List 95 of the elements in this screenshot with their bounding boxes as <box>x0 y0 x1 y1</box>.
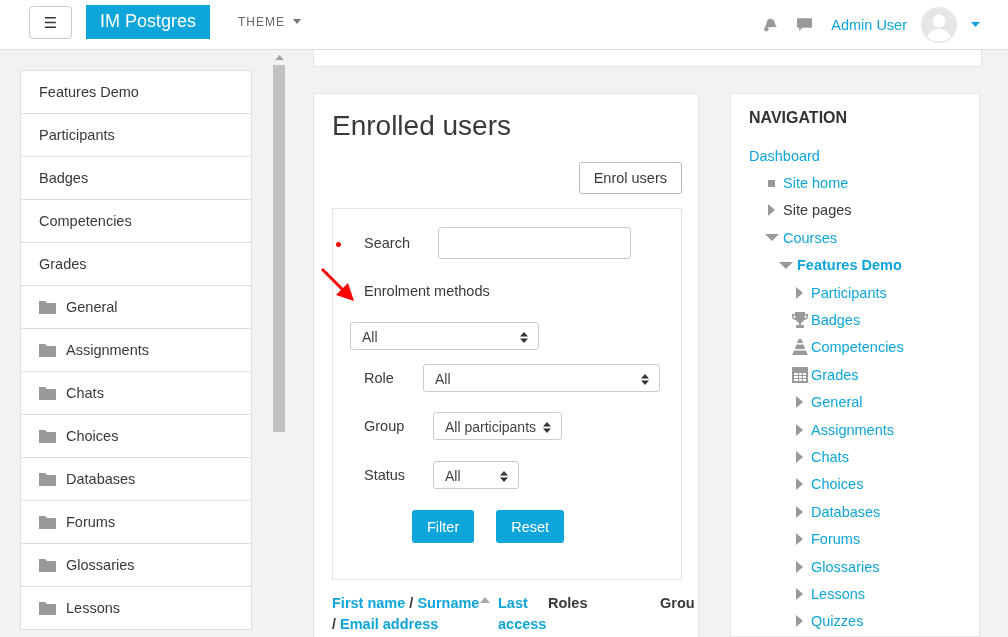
expand-arrow-icon[interactable] <box>796 587 803 600</box>
column-header-link[interactable]: Email address <box>340 614 439 635</box>
menu-item[interactable]: Assignments <box>21 329 251 372</box>
column-header-link[interactable]: Last access <box>498 593 546 635</box>
user-menu[interactable]: Admin User <box>831 16 907 33</box>
menu-item[interactable]: Grades <box>21 243 251 286</box>
message-icon[interactable] <box>796 16 814 33</box>
group-dropdown[interactable]: All participants <box>433 412 562 440</box>
expand-arrow-icon[interactable] <box>796 533 803 546</box>
reset-button[interactable]: Reset <box>496 510 565 543</box>
menu-item[interactable]: Forums <box>21 501 251 544</box>
navigation-link[interactable]: Dashboard <box>749 147 820 164</box>
notification-bell-icon[interactable] <box>761 16 779 33</box>
expand-arrow-icon[interactable] <box>796 478 803 491</box>
expand-arrow-icon[interactable] <box>764 234 779 242</box>
folder-icon <box>39 343 56 357</box>
table-icon <box>791 366 808 383</box>
navigation-link[interactable]: Glossaries <box>811 558 880 575</box>
site-brand[interactable]: IM Postgres <box>86 4 211 39</box>
menu-item[interactable]: Competencies <box>21 200 251 243</box>
folder-icon <box>39 300 56 314</box>
column-header-link[interactable]: First name <box>332 593 406 614</box>
navigation-link[interactable]: Lessons <box>811 585 865 602</box>
navigation-link[interactable]: Site home <box>783 175 849 192</box>
sort-arrow-icon <box>480 597 491 603</box>
folder-icon <box>39 558 56 572</box>
menu-item[interactable]: General <box>21 286 251 329</box>
navigation-link[interactable]: Courses <box>783 229 837 246</box>
menu-item[interactable]: Lessons <box>21 587 251 629</box>
up-down-icon <box>520 331 528 343</box>
up-down-icon <box>641 373 649 385</box>
filter-button[interactable]: Filter <box>412 510 475 543</box>
expand-arrow-icon[interactable] <box>796 396 803 409</box>
folder-icon <box>39 472 56 486</box>
block-title: NAVIGATION <box>749 109 849 127</box>
column-header: Grou <box>660 594 695 613</box>
navigation-link[interactable]: Participants <box>811 284 887 301</box>
column-separator: / <box>409 594 414 613</box>
role-label: Role <box>364 370 395 386</box>
pyramid-icon <box>791 339 808 356</box>
folder-icon <box>39 601 56 615</box>
page-title: Enrolled users <box>332 110 512 142</box>
role-dropdown[interactable]: All <box>423 364 660 392</box>
annotation-dot-icon <box>336 242 341 247</box>
navigation-link[interactable]: Databases <box>811 503 881 520</box>
up-down-icon <box>500 470 508 482</box>
folder-icon <box>39 515 56 529</box>
menu-item[interactable]: Glossaries <box>21 544 251 587</box>
column-header-link[interactable]: Surname <box>417 593 492 614</box>
menu-item[interactable]: Features Demo <box>21 71 251 114</box>
status-dropdown[interactable]: All <box>433 461 519 489</box>
navigation-link[interactable]: Assignments <box>811 421 894 438</box>
navigation-link[interactable]: Choices <box>811 476 864 493</box>
caret-icon[interactable] <box>971 22 980 27</box>
trophy-icon <box>791 312 808 329</box>
expand-arrow-icon[interactable] <box>796 423 803 436</box>
navigation-link[interactable]: Features Demo <box>797 257 902 274</box>
search-label: Search <box>364 235 411 251</box>
enrol-users-button[interactable]: Enrol users <box>578 162 682 194</box>
theme-menu[interactable]: THEME <box>238 14 302 29</box>
search-field[interactable] <box>438 227 631 259</box>
annotation-arrow-icon <box>320 267 355 302</box>
expand-arrow-icon[interactable] <box>796 560 803 573</box>
navigation-link[interactable]: Forums <box>811 531 861 548</box>
expand-arrow-icon[interactable] <box>796 451 803 463</box>
navigation-link[interactable]: Quizzes <box>811 613 864 630</box>
group-label: Group <box>364 418 406 434</box>
caret-icon[interactable] <box>293 19 302 24</box>
menu-button[interactable]: ☰ <box>29 6 72 39</box>
navigation-link[interactable]: Grades <box>811 366 859 383</box>
column-header: Roles <box>548 594 589 613</box>
expand-arrow-icon[interactable] <box>796 505 803 518</box>
navigation-link[interactable]: General <box>811 394 863 411</box>
menu-item[interactable]: Choices <box>21 415 251 458</box>
navigation-link[interactable]: Competencies <box>811 339 904 356</box>
enrolment-methods-dropdown[interactable]: All <box>350 322 539 350</box>
up-down-icon <box>543 421 551 433</box>
menu-item[interactable]: Badges <box>21 157 251 200</box>
enrolment-methods-label: Enrolment methods <box>364 283 490 299</box>
column-separator: / <box>332 615 337 634</box>
expand-arrow-icon[interactable] <box>796 615 803 628</box>
navigation-link[interactable]: Chats <box>811 449 849 465</box>
navigation-link[interactable]: Badges <box>811 312 861 329</box>
expand-arrow-icon[interactable] <box>778 261 793 269</box>
menu-item[interactable]: Databases <box>21 458 251 501</box>
expand-arrow-icon[interactable] <box>796 286 803 299</box>
menu-item[interactable]: Chats <box>21 372 251 415</box>
folder-icon <box>39 429 56 443</box>
menu-item[interactable]: Participants <box>21 114 251 157</box>
folder-icon <box>39 386 56 400</box>
navigation-link[interactable]: Site pages <box>783 202 852 219</box>
bullet-icon <box>768 179 775 187</box>
status-label: Status <box>364 467 407 483</box>
expand-arrow-icon[interactable] <box>768 204 775 217</box>
scroll-up-icon[interactable] <box>274 55 284 60</box>
